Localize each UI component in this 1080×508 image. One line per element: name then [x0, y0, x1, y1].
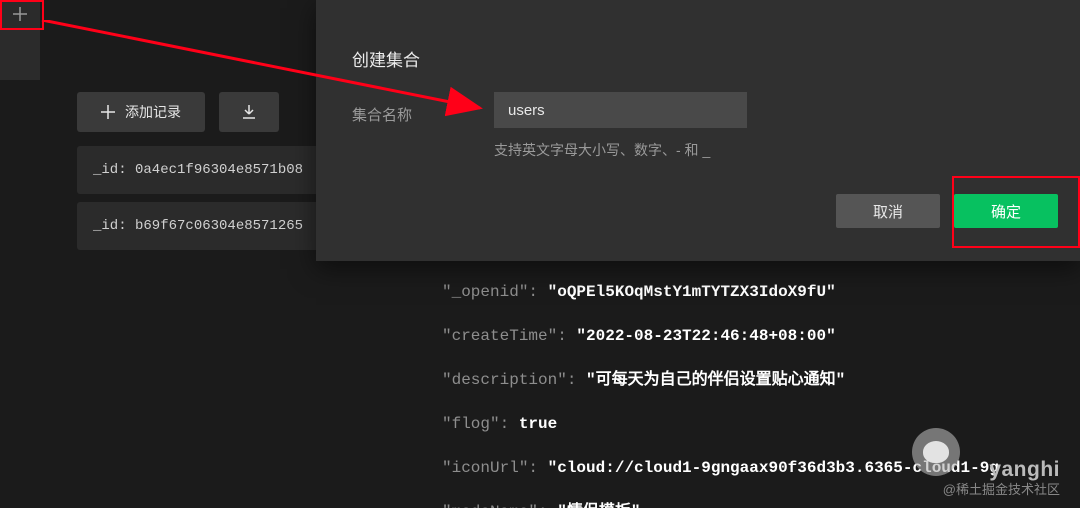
- annotation-highlight-confirm: [952, 176, 1080, 248]
- create-collection-modal: 创建集合 集合名称 支持英文字母大小写、数字、- 和 _ 取消 确定: [316, 0, 1080, 261]
- modal-title: 创建集合: [352, 46, 420, 71]
- sidebar: [0, 0, 40, 80]
- doc-field: "modeName": "情侣模板": [442, 490, 999, 508]
- plus-icon: [101, 105, 115, 119]
- cancel-button[interactable]: 取消: [836, 194, 940, 228]
- doc-field: "description": "可每天为自己的伴侣设置贴心通知": [442, 358, 999, 402]
- download-button[interactable]: [219, 92, 279, 132]
- download-icon: [241, 104, 257, 120]
- add-collection-button[interactable]: [0, 0, 40, 28]
- collection-name-hint: 支持英文字母大小写、数字、- 和 _: [494, 140, 710, 160]
- doc-field: "_openid": "oQPEl5KOqMstY1mTYTZX3IdoX9fU…: [442, 270, 999, 314]
- add-record-label: 添加记录: [125, 102, 181, 122]
- doc-field: "createTime": "2022-08-23T22:46:48+08:00…: [442, 314, 999, 358]
- watermark: yanghi @稀土掘金技术社区: [943, 460, 1060, 500]
- collection-name-label: 集合名称: [352, 104, 412, 125]
- plus-icon: [12, 6, 28, 22]
- document-viewer: "_openid": "oQPEl5KOqMstY1mTYTZX3IdoX9fU…: [442, 270, 999, 508]
- records-toolbar: 添加记录: [77, 92, 279, 132]
- add-record-button[interactable]: 添加记录: [77, 92, 205, 132]
- collection-name-input[interactable]: [494, 92, 747, 128]
